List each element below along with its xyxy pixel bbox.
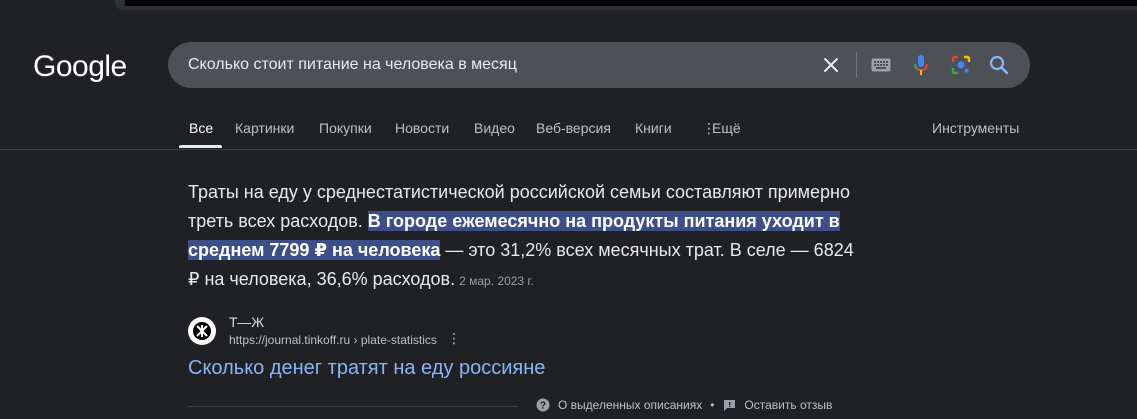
camera-lens-icon[interactable]	[950, 54, 972, 76]
tab-more-label: Ещё	[712, 120, 741, 136]
browser-top-strip-inner	[125, 0, 1137, 6]
search-box[interactable]: Сколько стоит питание на человека в меся…	[168, 42, 1030, 88]
microphone-icon[interactable]	[910, 54, 932, 76]
tab-shopping[interactable]: Покупки	[319, 120, 372, 136]
footer-separator: •	[710, 398, 715, 412]
featured-snippet: Траты на еду у среднестатистической росс…	[188, 178, 868, 296]
google-logo[interactable]: Google	[33, 50, 127, 84]
tools-button[interactable]: Инструменты	[932, 120, 1019, 136]
snippet-date: 2 мар. 2023 г.	[459, 274, 534, 288]
keyboard-icon[interactable]	[870, 54, 892, 76]
search-tabs: Все Картинки Покупки Новости Видео Веб-в…	[0, 110, 1137, 150]
tab-all[interactable]: Все	[189, 120, 213, 136]
search-icon[interactable]	[988, 54, 1010, 76]
source-favicon[interactable]	[188, 317, 216, 345]
tab-images[interactable]: Картинки	[235, 120, 294, 136]
tab-news[interactable]: Новости	[395, 120, 449, 136]
more-vert-icon: ⋮	[702, 120, 716, 136]
active-tab-indicator	[179, 145, 222, 148]
svg-text:?: ?	[540, 401, 546, 412]
help-icon[interactable]: ?	[536, 398, 550, 412]
tab-web[interactable]: Веб-версия	[536, 120, 611, 136]
feedback-link[interactable]: Оставить отзыв	[744, 398, 832, 412]
feedback-icon[interactable]	[722, 398, 736, 412]
tab-books[interactable]: Книги	[635, 120, 672, 136]
snippet-footer: ? О выделенных описаниях • Оставить отзы…	[536, 398, 832, 412]
close-icon[interactable]	[820, 54, 842, 76]
header-divider	[0, 149, 1137, 150]
tab-videos[interactable]: Видео	[474, 120, 515, 136]
more-options-icon[interactable]: ⋮	[447, 330, 461, 347]
source-name[interactable]: Т—Ж	[229, 314, 264, 330]
search-divider	[856, 52, 857, 78]
tab-more[interactable]: ⋮Ещё	[702, 120, 741, 137]
about-snippets-link[interactable]: О выделенных описаниях	[558, 398, 702, 412]
result-title-link[interactable]: Сколько денег тратят на еду россияне	[188, 357, 545, 380]
search-input[interactable]: Сколько стоит питание на человека в меся…	[188, 56, 517, 74]
source-url[interactable]: https://journal.tinkoff.ru › plate-stati…	[229, 333, 437, 347]
footer-divider	[188, 406, 518, 407]
